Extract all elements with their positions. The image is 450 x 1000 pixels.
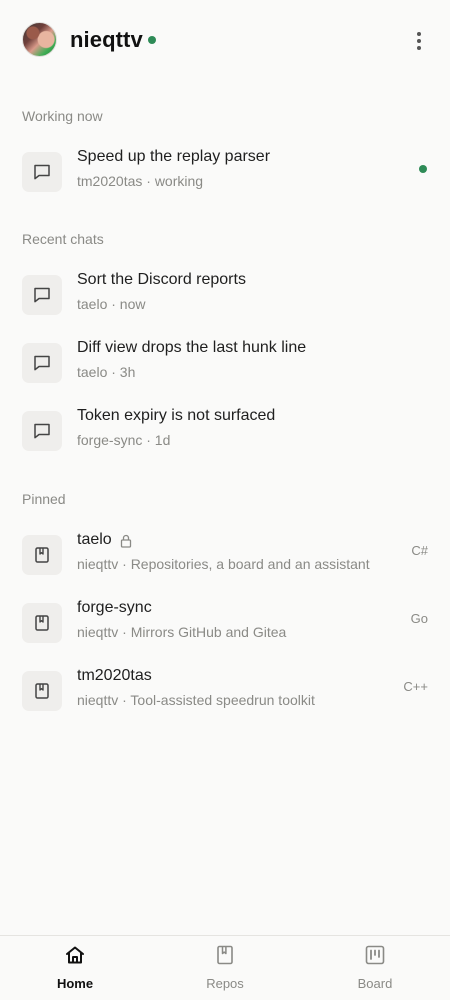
- home-icon: [66, 946, 84, 964]
- recent-chat-item[interactable]: Sort the Discord reports taelo · now: [0, 263, 450, 323]
- top-bar: nieqttv: [0, 0, 450, 80]
- repo-description: nieqttv · Mirrors GitHub and Gitea: [77, 624, 287, 640]
- repo-language: Go: [410, 611, 428, 626]
- pinned-repo-item[interactable]: tm2020tas nieqttv · Tool-assisted speedr…: [0, 659, 450, 719]
- repo-icon: [35, 615, 49, 631]
- nav-repos[interactable]: Repos: [150, 936, 300, 1000]
- board-icon: [365, 945, 385, 965]
- repo-icon: [35, 547, 49, 563]
- app-root: nieqttv Working now Speed up the replay …: [0, 0, 450, 1000]
- chat-tile: [22, 411, 62, 451]
- nav-home[interactable]: Home: [0, 936, 150, 1000]
- bottom-navigation: Home Repos Board: [0, 935, 450, 1000]
- chat-subtitle: taelo · now: [77, 296, 146, 312]
- chat-subtitle: forge-sync · 1d: [77, 432, 171, 448]
- working-status-dot: [419, 165, 427, 173]
- repo-icon: [217, 945, 233, 965]
- pinned-repo-item[interactable]: taelo nieqttv · Repositories, a board an…: [0, 523, 450, 583]
- lock-icon: [120, 534, 132, 548]
- chat-title: Sort the Discord reports: [77, 271, 246, 288]
- recent-chat-item[interactable]: Token expiry is not surfaced forge-sync …: [0, 399, 450, 459]
- chat-subtitle: taelo · 3h: [77, 364, 136, 380]
- section-title-recent-chats: Recent chats: [22, 231, 104, 247]
- repo-language: C#: [411, 543, 428, 558]
- working-chat-item[interactable]: Speed up the replay parser tm2020tas · w…: [0, 140, 450, 200]
- pinned-repo-item[interactable]: forge-sync nieqttv · Mirrors GitHub and …: [0, 591, 450, 651]
- repo-name: forge-sync: [77, 599, 152, 616]
- chat-icon: [34, 164, 50, 180]
- chat-icon: [34, 355, 50, 371]
- nav-label-repos: Repos: [206, 976, 244, 991]
- chat-title: Speed up the replay parser: [77, 148, 271, 165]
- username: nieqttv: [70, 27, 143, 52]
- repo-tile: [22, 603, 62, 643]
- nav-label-board: Board: [357, 976, 393, 991]
- recent-chat-item[interactable]: Diff view drops the last hunk line taelo…: [0, 331, 450, 391]
- chat-icon: [34, 287, 50, 303]
- chat-tile: [22, 343, 62, 383]
- nav-label-home: Home: [56, 976, 94, 991]
- nav-board[interactable]: Board: [300, 936, 450, 1000]
- repo-icon: [35, 683, 49, 699]
- repo-name: tm2020tas: [77, 667, 152, 684]
- repo-name: taelo: [77, 531, 112, 548]
- user-avatar[interactable]: [22, 22, 57, 57]
- chat-icon: [34, 423, 50, 439]
- repo-tile: [22, 671, 62, 711]
- section-title-working-now: Working now: [22, 108, 103, 124]
- more-vertical-icon[interactable]: [405, 26, 433, 56]
- chat-subtitle: tm2020tas · working: [77, 173, 204, 189]
- chat-title: Diff view drops the last hunk line: [77, 339, 307, 356]
- repo-language: C++: [403, 679, 428, 694]
- section-title-pinned: Pinned: [22, 491, 66, 507]
- repo-description: nieqttv · Repositories, a board and an a…: [77, 556, 370, 572]
- repo-description: nieqttv · Tool-assisted speedrun toolkit: [77, 692, 315, 708]
- chat-tile: [22, 152, 62, 192]
- repo-tile: [22, 535, 62, 575]
- chat-tile: [22, 275, 62, 315]
- online-status-dot: [148, 36, 156, 44]
- chat-title: Token expiry is not surfaced: [77, 407, 276, 424]
